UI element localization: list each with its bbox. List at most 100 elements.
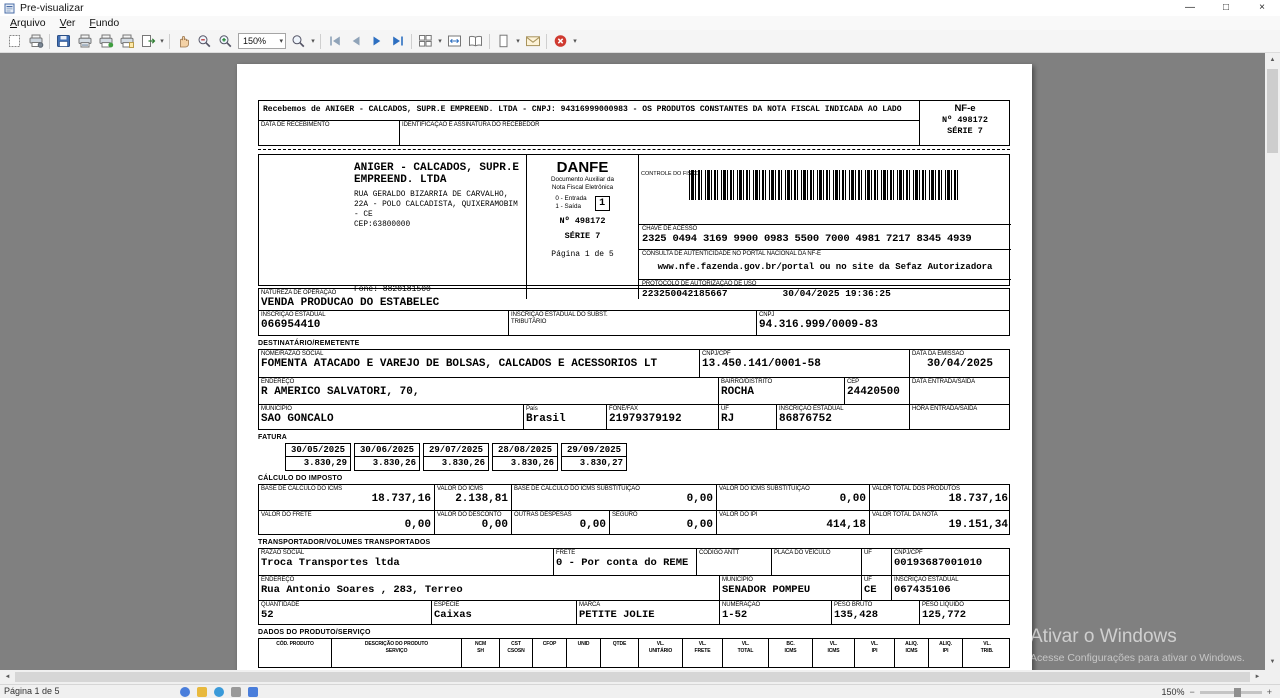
taskbar-icon-1[interactable] [180, 687, 190, 697]
zoom-in-slider-button[interactable]: + [1267, 687, 1272, 697]
parcela-data: 28/08/2025 [493, 444, 557, 457]
cell-bc-icms: BASE DE CÁLCULO DO ICMS 18.737,16 [259, 485, 434, 510]
close-preview-button[interactable] [550, 32, 571, 51]
field-label: UF [864, 577, 888, 584]
field-label: UF [721, 406, 773, 413]
zoom-slider-thumb[interactable] [1234, 688, 1241, 697]
chevron-down-icon[interactable]: ▾ [158, 37, 166, 45]
field-value: 30/04/2025 [912, 358, 1008, 371]
field-label: FRETE [556, 550, 693, 557]
taskbar-icon-3[interactable] [214, 687, 224, 697]
scroll-left-button[interactable]: ◄ [0, 670, 15, 684]
scroll-right-button[interactable]: ► [1250, 670, 1265, 684]
close-button[interactable]: × [1244, 0, 1280, 16]
col-label: TRIB. [963, 648, 1011, 655]
statusbar: Página 1 de 5 150% − + [0, 684, 1280, 698]
cell-valor-desconto: VALOR DO DESCONTO 0,00 [434, 511, 511, 534]
field-value: 00193687001010 [894, 557, 1008, 570]
scroll-up-button[interactable]: ▲ [1265, 53, 1280, 68]
field-label: IDENTIFICAÇÃO E ASSINATURA DO RECEBEDOR [402, 122, 916, 129]
cell-inscricao-estadual: INSCRIÇÃO ESTADUAL 066954410 [259, 311, 508, 335]
cell-numeracao: NUMERAÇÃO 1-52 [719, 601, 831, 624]
field-label: VALOR DO ICMS SUBSTITUIÇÃO [719, 486, 866, 493]
pan-tool-button[interactable] [173, 32, 194, 51]
danfe-pagina: Página 1 de 5 [527, 250, 638, 259]
cell-dest-municipio: MUNICÍPIO SAO GONCALO [259, 405, 523, 429]
document-page[interactable]: Recebemos de ANIGER - CALCADOS, SUPR.E E… [237, 64, 1032, 670]
field-value: 21979379192 [609, 413, 715, 426]
facing-pages-button[interactable] [465, 32, 486, 51]
chevron-down-icon[interactable]: ▾ [309, 37, 317, 45]
chevron-down-icon[interactable]: ▾ [436, 37, 444, 45]
page-setup-button[interactable] [4, 32, 25, 51]
minimize-button[interactable]: — [1172, 0, 1208, 16]
chevron-down-icon[interactable]: ▾ [279, 37, 283, 45]
taskbar-icon-4[interactable] [231, 687, 241, 697]
field-value: 24420500 [847, 386, 906, 399]
product-col-header: QTDE [600, 639, 638, 667]
save-icon [56, 34, 71, 48]
multi-page-view-button[interactable] [415, 32, 436, 51]
maximize-button[interactable]: □ [1208, 0, 1244, 16]
zoom-in-button[interactable] [215, 32, 236, 51]
print-range-button[interactable] [116, 32, 137, 51]
menu-arquivo[interactable]: Arquivo [3, 16, 53, 30]
export-icon [140, 34, 156, 48]
field-label: UF [864, 550, 888, 557]
zoom-combobox[interactable]: 150% ▾ [238, 33, 286, 49]
pan-tool-icon [176, 34, 191, 48]
chave-acesso-box: CHAVE DE ACESSO 2325 0494 3169 9900 0983… [639, 225, 1011, 250]
parcela-valor: 3.830,26 [493, 457, 557, 470]
horizontal-scroll-thumb[interactable] [15, 672, 1250, 682]
field-value: Brasil [526, 413, 603, 426]
print-setup-button[interactable] [25, 32, 46, 51]
quick-print-icon [98, 34, 114, 48]
save-button[interactable] [53, 32, 74, 51]
cell-uf-placa: UF [861, 549, 891, 575]
field-label: ESPÉCIE [434, 602, 573, 609]
previous-page-button[interactable] [345, 32, 366, 51]
menubar: Arquivo Ver Fundo [0, 16, 1280, 30]
export-button[interactable] [137, 32, 158, 51]
first-page-button[interactable] [324, 32, 345, 51]
cell-data-recebimento: DATA DE RECEBIMENTO [259, 121, 399, 145]
statusbar-zoom: 150% − + [1161, 685, 1272, 698]
statusbar-zoom-value: 150% [1161, 687, 1184, 697]
menu-fundo[interactable]: Fundo [82, 16, 126, 30]
danfe-document: Recebemos de ANIGER - CALCADOS, SUPR.E E… [258, 100, 1010, 668]
email-button[interactable] [522, 32, 543, 51]
window-title: Pre-visualizar [20, 2, 84, 14]
cell-valor-icms: VALOR DO ICMS 2.138,81 [434, 485, 511, 510]
zoom-slider[interactable] [1200, 691, 1262, 694]
field-label: MUNICÍPIO [261, 406, 520, 413]
menu-ver[interactable]: Ver [53, 16, 83, 30]
field-value: FOMENTA ATACADO E VAREJO DE BOLSAS, CALC… [261, 358, 696, 371]
zoom-out-slider-button[interactable]: − [1189, 687, 1194, 697]
taskbar-icon-5[interactable] [248, 687, 258, 697]
col-label: SERVIÇO [332, 648, 461, 655]
scroll-down-button[interactable]: ▼ [1265, 655, 1280, 670]
horizontal-scrollbar[interactable]: ◄ ► [0, 670, 1265, 684]
vertical-scrollbar[interactable]: ▲ ▼ [1265, 53, 1280, 670]
single-page-button[interactable] [493, 32, 514, 51]
print-button[interactable] [74, 32, 95, 51]
product-col-header: CÓD. PRODUTO [259, 639, 331, 667]
chevron-down-icon[interactable]: ▾ [571, 37, 579, 45]
taskbar-icon-2[interactable] [197, 687, 207, 697]
field-label: INSCRIÇÃO ESTADUAL [894, 577, 1008, 584]
next-page-button[interactable] [366, 32, 387, 51]
vertical-scroll-thumb[interactable] [1267, 69, 1278, 153]
field-value: 0,00 [514, 519, 606, 532]
zoom-out-button[interactable] [194, 32, 215, 51]
col-label: TOTAL [723, 648, 768, 655]
field-value: ROCHA [721, 386, 841, 399]
col-label: IPI [855, 648, 894, 655]
chevron-down-icon[interactable]: ▾ [514, 37, 522, 45]
zoom-mode-button[interactable] [288, 32, 309, 51]
last-page-button[interactable] [387, 32, 408, 51]
quick-print-button[interactable] [95, 32, 116, 51]
danfe-numero: Nº 498172 [527, 216, 638, 226]
section-destinatario: DESTINATÁRIO/REMETENTE [258, 340, 1010, 348]
page-width-button[interactable] [444, 32, 465, 51]
previous-page-icon [349, 34, 363, 48]
